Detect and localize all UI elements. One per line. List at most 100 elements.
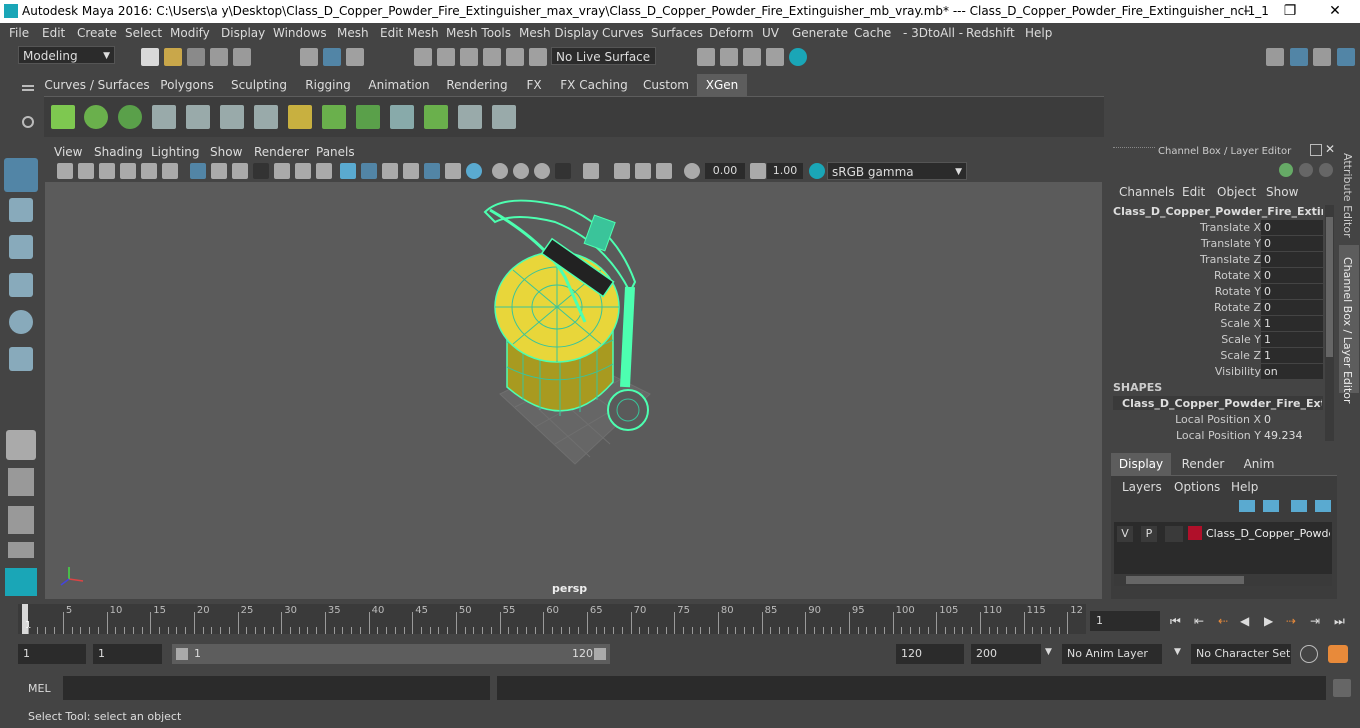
camera-select-icon[interactable] bbox=[57, 163, 73, 179]
options-menu[interactable]: Options bbox=[1174, 480, 1220, 494]
tab-animation[interactable]: Animation bbox=[362, 74, 436, 96]
play-backwards-icon[interactable]: ◀ bbox=[1240, 614, 1249, 628]
render-view-icon[interactable] bbox=[697, 48, 715, 66]
step-forward-key-icon[interactable]: ⇢ bbox=[1286, 614, 1296, 628]
mode-dropdown[interactable]: Modeling ▼ bbox=[18, 46, 115, 64]
select-tool-icon[interactable] bbox=[4, 158, 38, 192]
maximize-button[interactable]: ❐ bbox=[1275, 2, 1305, 20]
shape-name[interactable]: Class_D_Copper_Powder_Fire_Exting... bbox=[1122, 397, 1322, 410]
menu-edit[interactable]: Edit bbox=[42, 26, 65, 40]
create-empty-layer-icon[interactable] bbox=[1291, 500, 1307, 512]
select-by-object-icon[interactable] bbox=[323, 48, 341, 66]
attr-translate-y[interactable]: Translate Y0 bbox=[1105, 236, 1325, 252]
shadows-icon[interactable] bbox=[466, 163, 482, 179]
attr-local-position-x[interactable]: Local Position X0 bbox=[1105, 412, 1325, 428]
workspace-icon[interactable] bbox=[1266, 48, 1284, 66]
tab-fx-caching[interactable]: FX Caching bbox=[556, 74, 632, 96]
default-material-icon[interactable] bbox=[382, 163, 398, 179]
render-settings-icon[interactable] bbox=[766, 48, 784, 66]
menu-cache[interactable]: Cache bbox=[854, 26, 891, 40]
attr-value[interactable]: 0 bbox=[1261, 300, 1323, 315]
grease-pencil-icon[interactable] bbox=[162, 163, 178, 179]
hypershade-icon[interactable] bbox=[789, 48, 807, 66]
step-back-frame-icon[interactable]: ⇤ bbox=[1194, 614, 1204, 628]
gamma-icon[interactable] bbox=[750, 163, 766, 179]
xray-components-icon[interactable] bbox=[656, 163, 672, 179]
channel-box-layer-editor-tab[interactable]: Channel Box / Layer Editor bbox=[1341, 257, 1354, 404]
menu-create[interactable]: Create bbox=[77, 26, 117, 40]
menu-deform[interactable]: Deform bbox=[709, 26, 754, 40]
place-guide-icon[interactable] bbox=[186, 105, 210, 129]
range-slider[interactable]: 1 120 bbox=[172, 644, 610, 664]
playback-start-field[interactable]: 1 bbox=[93, 644, 162, 664]
render-current-frame-icon[interactable] bbox=[720, 48, 738, 66]
tab-xgen[interactable]: XGen bbox=[697, 74, 747, 96]
menu-3dtoall[interactable]: - 3DtoAll - bbox=[903, 26, 963, 40]
attr-scale-x[interactable]: Scale X1 bbox=[1105, 316, 1325, 332]
toggle-channel-box-icon[interactable] bbox=[1290, 48, 1308, 66]
layers-menu[interactable]: Layers bbox=[1122, 480, 1162, 494]
layer-name[interactable]: Class_D_Copper_Powder bbox=[1206, 527, 1330, 540]
xgen-editor-icon[interactable] bbox=[51, 105, 75, 129]
redo-icon[interactable] bbox=[233, 48, 251, 66]
step-forward-frame-icon[interactable]: ⇥ bbox=[1310, 614, 1320, 628]
attr-rotate-z[interactable]: Rotate Z0 bbox=[1105, 300, 1325, 316]
guide-tool-1-icon[interactable] bbox=[220, 105, 244, 129]
menu-mesh-display[interactable]: Mesh Display bbox=[519, 26, 599, 40]
guide-length-icon[interactable] bbox=[458, 105, 482, 129]
four-view-layout-icon[interactable] bbox=[8, 468, 34, 496]
grid-tool-icon[interactable] bbox=[356, 105, 380, 129]
snap-grid-icon[interactable] bbox=[414, 48, 432, 66]
command-input[interactable] bbox=[63, 676, 490, 700]
color-management-icon[interactable] bbox=[809, 163, 825, 179]
symmetry-icon[interactable] bbox=[529, 48, 547, 66]
xray-icon[interactable] bbox=[614, 163, 630, 179]
use-all-lights-icon[interactable] bbox=[445, 163, 461, 179]
channel-box-icon-2[interactable] bbox=[1299, 163, 1313, 177]
tab-custom[interactable]: Custom bbox=[638, 74, 694, 96]
menu-select[interactable]: Select bbox=[125, 26, 162, 40]
rotate-tool-icon[interactable] bbox=[9, 310, 33, 334]
safe-title-icon[interactable] bbox=[316, 163, 332, 179]
smooth-shade-icon[interactable] bbox=[361, 163, 377, 179]
animation-start-field[interactable]: 1 bbox=[18, 644, 86, 664]
film-gate-icon[interactable] bbox=[211, 163, 227, 179]
menu-mesh-tools[interactable]: Mesh Tools bbox=[446, 26, 511, 40]
menu-help[interactable]: Help bbox=[1025, 26, 1052, 40]
snap-curve-icon[interactable] bbox=[437, 48, 455, 66]
layer-playback-toggle[interactable]: P bbox=[1141, 526, 1157, 542]
go-to-end-icon[interactable]: ⏭ bbox=[1334, 614, 1345, 629]
viewport-menu-lighting[interactable]: Lighting bbox=[151, 145, 200, 159]
go-to-start-icon[interactable]: ⏮ bbox=[1170, 614, 1181, 629]
panel-grip[interactable] bbox=[1113, 147, 1155, 152]
range-end-handle[interactable] bbox=[594, 648, 606, 660]
two-d-pan-zoom-icon[interactable] bbox=[141, 163, 157, 179]
time-slider[interactable]: 1 5 10 15 20 25 30 35 40 45 50 55 60 65 70 75 80 85 90 95 1… bbox=[18, 604, 1086, 634]
layer-horizontal-scrollbar[interactable] bbox=[1114, 574, 1332, 586]
script-editor-icon[interactable] bbox=[1333, 679, 1351, 697]
attr-value[interactable]: 0 bbox=[1261, 412, 1323, 427]
delete-guide-icon[interactable] bbox=[492, 105, 516, 129]
menu-edit-mesh[interactable]: Edit Mesh bbox=[380, 26, 439, 40]
object-name[interactable]: Class_D_Copper_Powder_Fire_Extingu... bbox=[1113, 205, 1323, 218]
attr-value[interactable]: 0 bbox=[1261, 284, 1323, 299]
tab-anim[interactable]: Anim bbox=[1233, 453, 1285, 475]
attr-value[interactable]: 0 bbox=[1261, 268, 1323, 283]
playback-end-field[interactable]: 120 bbox=[896, 644, 964, 664]
create-description-icon[interactable] bbox=[118, 105, 142, 129]
isolate-select-icon[interactable] bbox=[583, 163, 599, 179]
minimize-button[interactable]: – bbox=[1232, 2, 1262, 20]
range-start-handle[interactable] bbox=[176, 648, 188, 660]
mel-label[interactable]: MEL bbox=[28, 682, 51, 695]
layer-visibility-toggle[interactable]: V bbox=[1117, 526, 1133, 542]
tab-rendering[interactable]: Rendering bbox=[441, 74, 513, 96]
attr-rotate-y[interactable]: Rotate Y0 bbox=[1105, 284, 1325, 300]
shelf-settings-gear-icon[interactable] bbox=[22, 116, 34, 128]
tab-display[interactable]: Display bbox=[1111, 453, 1171, 475]
image-plane-icon[interactable] bbox=[120, 163, 136, 179]
menu-mesh[interactable]: Mesh bbox=[337, 26, 369, 40]
save-scene-icon[interactable] bbox=[187, 48, 205, 66]
attr-local-position-y[interactable]: Local Position Y 49.234 bbox=[1105, 428, 1325, 444]
current-frame-field[interactable]: 1 bbox=[1090, 611, 1160, 631]
make-live-icon[interactable] bbox=[506, 48, 524, 66]
